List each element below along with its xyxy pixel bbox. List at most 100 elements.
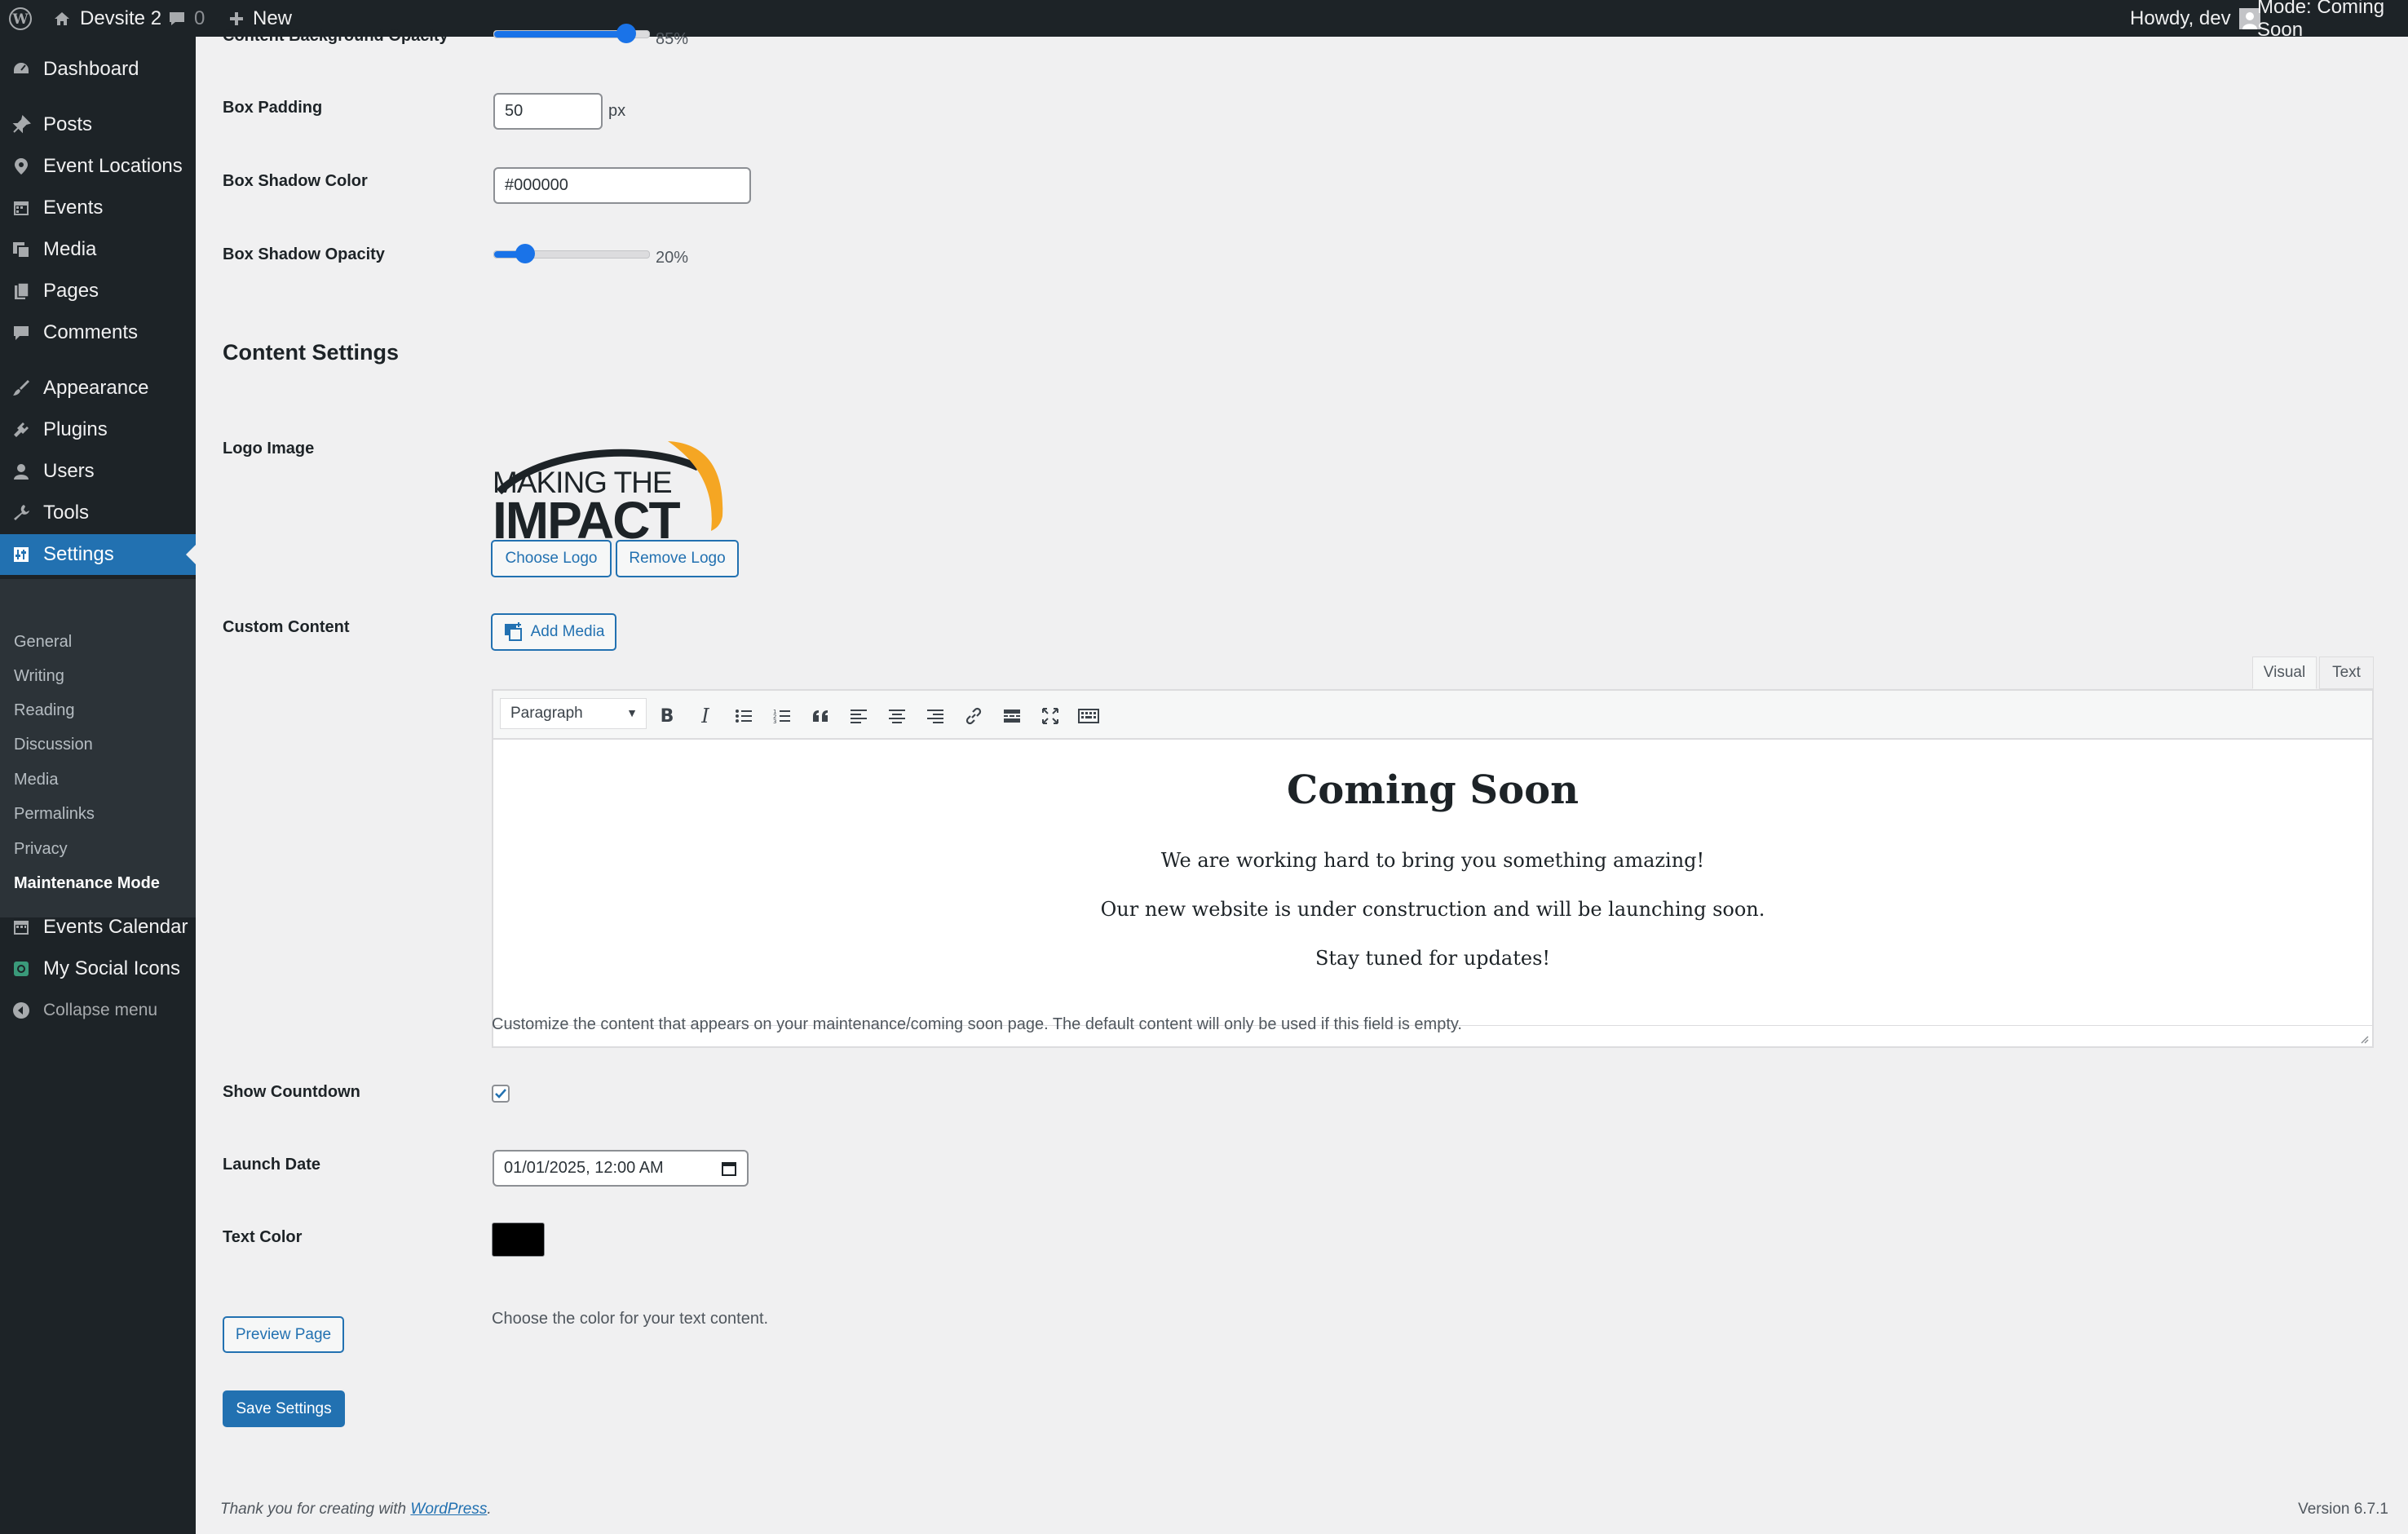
plus-icon — [230, 11, 243, 25]
wordpress-logo-icon[interactable]: W — [8, 0, 33, 37]
sidebar-item-pages[interactable]: Pages — [0, 271, 196, 312]
sidebar-item-media[interactable]: Media — [0, 229, 196, 270]
text-color-swatch[interactable] — [492, 1222, 545, 1257]
format-select[interactable]: Paragraph ▼ — [500, 698, 647, 729]
logo-image-label: Logo Image — [223, 440, 315, 458]
tab-text[interactable]: Text — [2319, 656, 2374, 689]
slider-fill — [494, 31, 626, 38]
text-color-description: Choose the color for your text content. — [492, 1310, 769, 1328]
user-icon — [11, 461, 32, 482]
sidebar-item-label: Events — [43, 197, 104, 219]
sidebar-item-dashboard[interactable]: Dashboard — [0, 49, 196, 90]
submenu-item-writing[interactable]: Writing — [14, 667, 64, 686]
sidebar-item-tools[interactable]: Tools — [0, 493, 196, 533]
submenu-item-maintenance-mode[interactable]: Maintenance Mode — [14, 874, 160, 893]
sidebar-item-settings[interactable]: Settings — [0, 534, 196, 575]
svg-text:3: 3 — [773, 718, 776, 724]
sidebar-item-label: Appearance — [43, 377, 149, 399]
sidebar-item-posts[interactable]: Posts — [0, 104, 196, 145]
media-icon — [11, 239, 32, 260]
preview-page-button[interactable]: Preview Page — [223, 1316, 344, 1353]
site-name-link[interactable]: Devsite 2 — [52, 0, 161, 37]
submenu-item-discussion[interactable]: Discussion — [14, 736, 93, 754]
box-shadow-color-value: #000000 — [505, 176, 568, 194]
sidebar-item-label: Events Calendar — [43, 916, 188, 938]
collapse-menu-button[interactable]: Collapse menu — [0, 990, 196, 1031]
content-bg-opacity-label: Content Background Opacity — [223, 27, 448, 45]
box-padding-input[interactable]: 50 — [493, 93, 603, 130]
slider-thumb[interactable] — [616, 24, 636, 43]
save-settings-button[interactable]: Save Settings — [223, 1390, 345, 1427]
calendar-icon — [11, 197, 32, 219]
choose-logo-button[interactable]: Choose Logo — [491, 540, 612, 577]
plug-icon — [11, 419, 32, 440]
page-icon — [11, 281, 32, 302]
align-right-icon[interactable] — [921, 702, 949, 730]
content-bg-opacity-slider[interactable] — [493, 24, 650, 43]
sidebar-item-event-locations[interactable]: Event Locations — [0, 146, 196, 187]
sidebar-item-label: Dashboard — [43, 58, 139, 80]
show-countdown-checkbox[interactable] — [492, 1085, 510, 1103]
add-media-icon — [504, 622, 522, 641]
keyboard-icon[interactable] — [1075, 702, 1102, 730]
submenu-item-general[interactable]: General — [14, 633, 72, 652]
read-more-icon[interactable] — [998, 702, 1026, 730]
numbered-list-icon[interactable]: 123 — [768, 702, 796, 730]
collapse-icon — [11, 1000, 32, 1021]
submenu-item-permalinks[interactable]: Permalinks — [14, 805, 95, 824]
submenu-item-privacy[interactable]: Privacy — [14, 840, 68, 859]
editor-content-area[interactable]: Coming Soon We are working hard to bring… — [492, 740, 2374, 1048]
sidebar-item-plugins[interactable]: Plugins — [0, 409, 196, 450]
account-menu[interactable]: Howdy, dev — [2130, 0, 2260, 37]
add-media-button[interactable]: Add Media — [491, 613, 616, 651]
sidebar-item-events-calendar[interactable]: Events Calendar — [0, 907, 196, 948]
align-left-icon[interactable] — [845, 702, 873, 730]
dashboard-icon — [11, 59, 32, 80]
resize-handle-icon[interactable] — [2359, 1033, 2369, 1044]
box-shadow-opacity-slider[interactable] — [493, 244, 650, 263]
sidebar-item-events[interactable]: Events — [0, 188, 196, 228]
editor-heading: Coming Soon — [1286, 767, 1579, 813]
link-icon[interactable] — [960, 702, 988, 730]
calendar-icon[interactable] — [721, 1160, 737, 1182]
bold-icon[interactable]: B — [653, 702, 681, 730]
sidebar-item-comments[interactable]: Comments — [0, 312, 196, 353]
settings-icon — [11, 544, 32, 565]
tab-visual[interactable]: Visual — [2252, 656, 2317, 689]
calendar-icon — [11, 917, 32, 938]
custom-content-description: Customize the content that appears on yo… — [492, 1015, 1462, 1033]
comments-link[interactable]: 0 — [168, 0, 205, 37]
slider-thumb[interactable] — [515, 244, 535, 263]
location-icon — [11, 156, 32, 177]
home-icon — [55, 11, 69, 25]
submenu-item-media[interactable]: Media — [14, 771, 58, 789]
sidebar-item-users[interactable]: Users — [0, 451, 196, 492]
launch-date-label: Launch Date — [223, 1156, 321, 1174]
fullscreen-icon[interactable] — [1036, 702, 1064, 730]
site-name: Devsite 2 — [80, 7, 162, 29]
sidebar-item-label: Posts — [43, 113, 93, 135]
submenu-item-reading[interactable]: Reading — [14, 701, 75, 720]
remove-logo-button[interactable]: Remove Logo — [616, 540, 739, 577]
box-shadow-color-input[interactable]: #000000 — [493, 167, 751, 204]
sidebar-item-appearance[interactable]: Appearance — [0, 368, 196, 409]
sidebar-item-my-social-icons[interactable]: My Social Icons — [0, 948, 196, 989]
checkmark-icon — [495, 1089, 506, 1099]
content-bg-opacity-value: 85% — [656, 30, 689, 48]
box-shadow-opacity-value: 20% — [656, 249, 689, 267]
format-select-value: Paragraph — [510, 705, 583, 722]
editor-toolbar: Paragraph ▼ B I 123 — [492, 689, 2374, 740]
launch-date-input[interactable]: 01/01/2025, 12:00 AM — [493, 1150, 749, 1187]
align-center-icon[interactable] — [883, 702, 911, 730]
pin-icon — [11, 114, 32, 135]
wordpress-link[interactable]: WordPress — [410, 1501, 487, 1518]
text-color-label: Text Color — [223, 1228, 303, 1246]
italic-icon[interactable]: I — [691, 702, 719, 730]
blockquote-icon[interactable] — [806, 702, 834, 730]
bullet-list-icon[interactable] — [730, 702, 758, 730]
sidebar-item-label: Event Locations — [43, 155, 183, 177]
box-padding-unit: px — [608, 102, 626, 120]
footer-thanks: Thank you for creating with WordPress. — [220, 1501, 492, 1519]
mode-indicator[interactable]: Mode: Coming Soon — [2257, 0, 2408, 41]
box-shadow-opacity-label: Box Shadow Opacity — [223, 245, 385, 263]
